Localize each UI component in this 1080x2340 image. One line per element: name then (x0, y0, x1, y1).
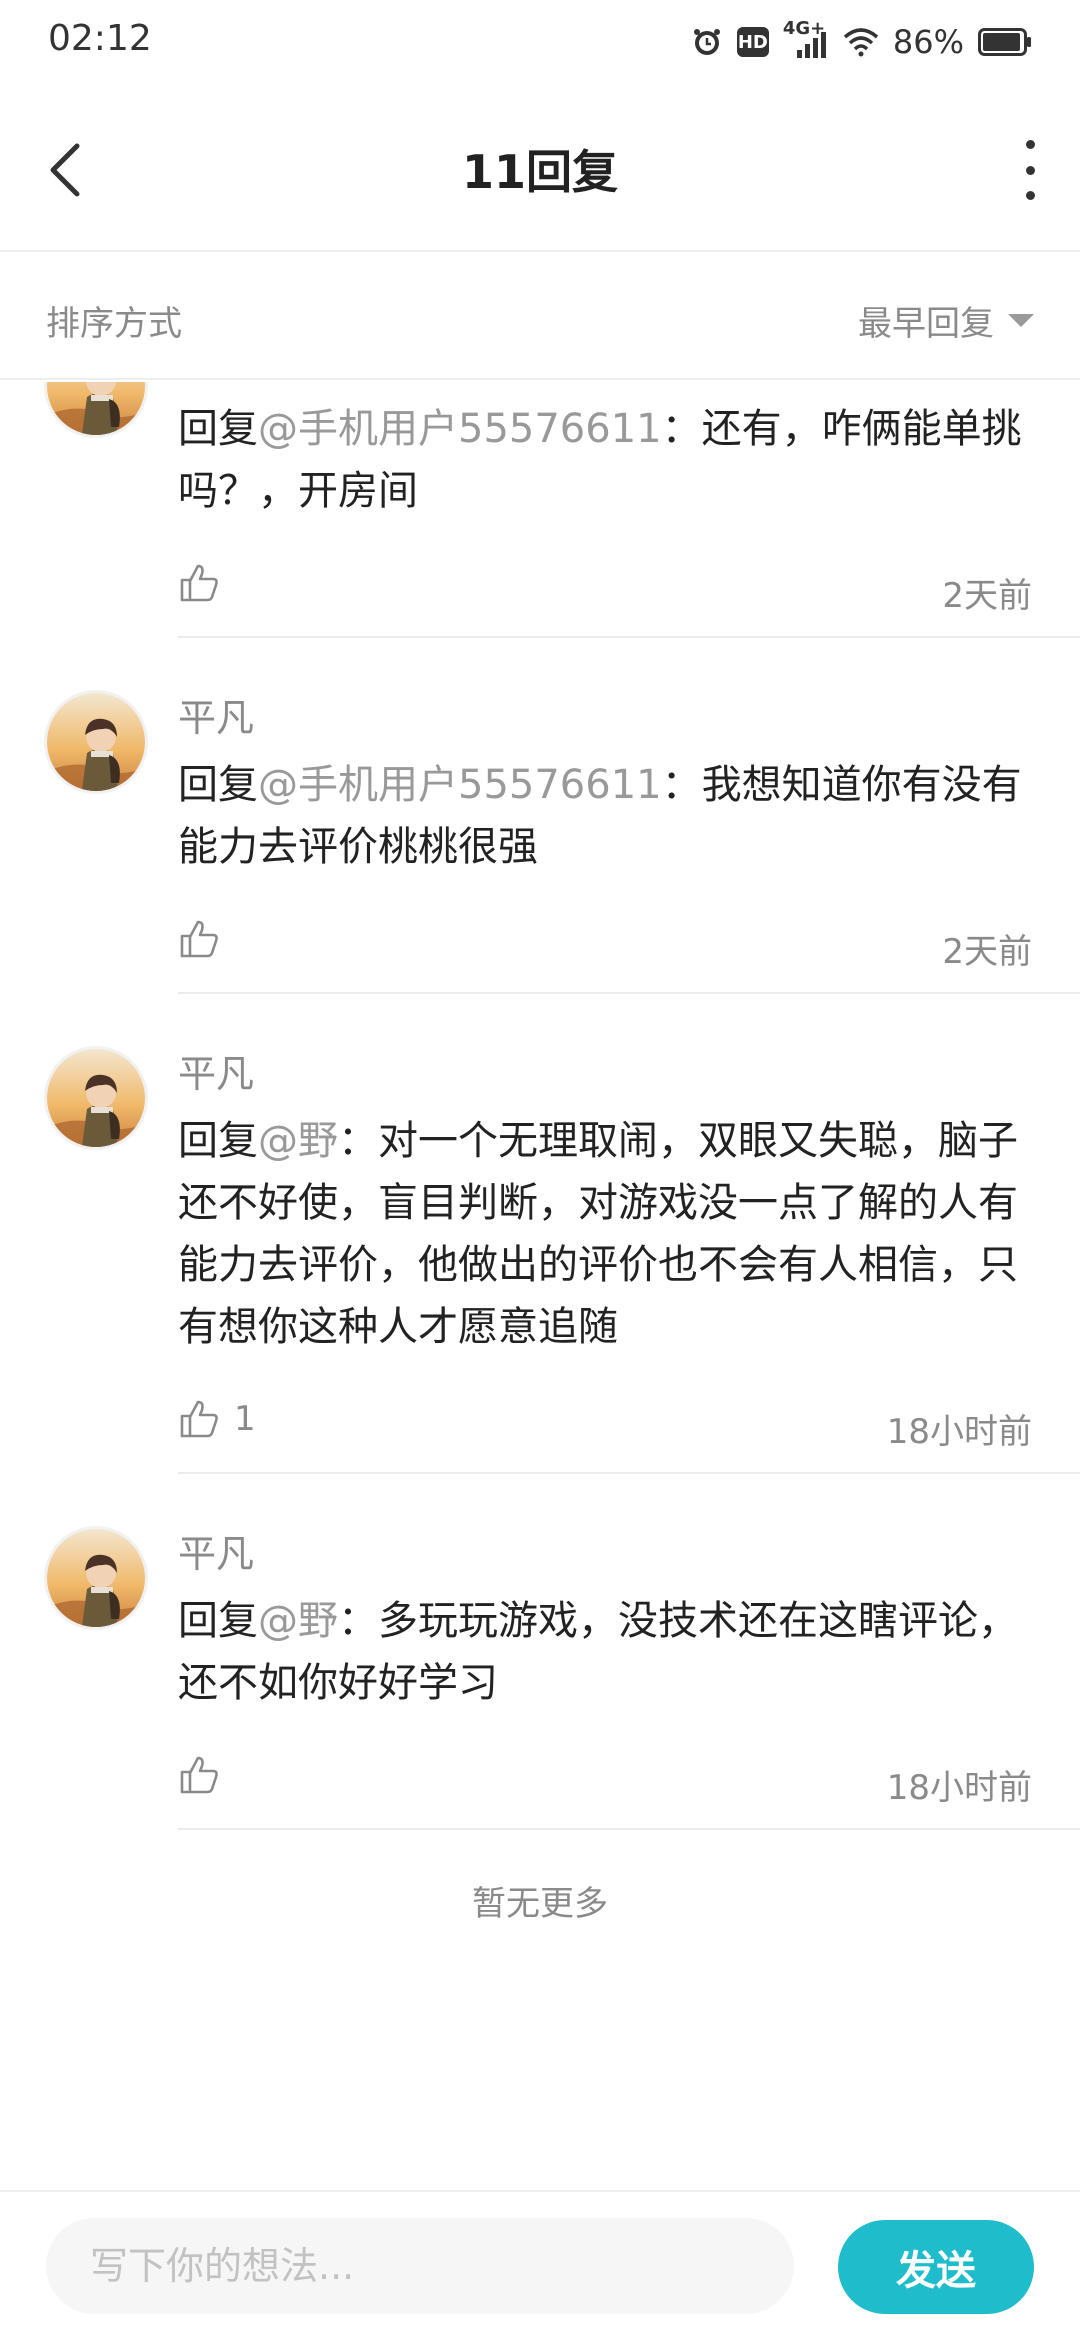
reply-body: 平凡 回复@手机用户55576611：我想知道你有没有能力去评价桃桃很强 2天前 (178, 690, 1032, 992)
sort-bar: 排序方式 最早回复 (0, 254, 1080, 380)
reply-time: 18小时前 (886, 1412, 1032, 1452)
sort-dropdown[interactable]: 最早回复 (858, 296, 1034, 345)
reply-meta: 18小时前 (178, 1738, 1032, 1828)
reply-meta: 1 18小时前 (178, 1382, 1032, 1472)
sort-selected-value: 最早回复 (858, 304, 994, 344)
avatar[interactable] (44, 1526, 148, 1630)
divider (178, 1828, 1080, 1830)
avatar[interactable] (44, 1046, 148, 1150)
status-icons: HD 4G+ 86% (691, 18, 1032, 64)
reply-prefix: 回复 (178, 406, 258, 452)
reply-author[interactable]: 平凡 (178, 1526, 1032, 1582)
like-count: 1 (234, 1399, 256, 1439)
reply-list-content: 平凡 回复@手机用户55576611：还有，咋俩能单挑吗？，开房间 2天前 平凡… (0, 382, 1080, 1925)
page-title: 11回复 (461, 145, 618, 199)
reply-text: 回复@手机用户55576611：还有，咋俩能单挑吗？，开房间 (178, 398, 1032, 522)
reply-text: 回复@手机用户55576611：我想知道你有没有能力去评价桃桃很强 (178, 754, 1032, 878)
like-button[interactable] (178, 562, 234, 604)
more-options-button[interactable] (1020, 140, 1040, 200)
avatar[interactable] (44, 690, 148, 794)
sort-label: 排序方式 (46, 304, 182, 344)
like-button[interactable] (178, 918, 234, 960)
cellular-signal-icon: 4G+ (783, 18, 829, 60)
reply-prefix: 回复 (178, 762, 258, 808)
reply-meta: 2天前 (178, 546, 1032, 636)
hd-badge: HD (736, 27, 769, 57)
comment-input[interactable] (46, 2218, 794, 2314)
reply-item: 平凡 回复@手机用户55576611：还有，咋俩能单挑吗？，开房间 2天前 (0, 382, 1080, 638)
reply-body: 平凡 回复@野：多玩玩游戏，没技术还在这瞎评论，还不如你好好学习 18小时前 (178, 1526, 1032, 1828)
caret-down-icon (1008, 314, 1034, 327)
wifi-icon (843, 27, 879, 57)
reply-text: 回复@野：多玩玩游戏，没技术还在这瞎评论，还不如你好好学习 (178, 1590, 1032, 1714)
avatar[interactable] (44, 382, 148, 438)
reply-author[interactable]: 平凡 (178, 382, 1032, 390)
reply-prefix: 回复 (178, 1118, 258, 1164)
reply-time: 2天前 (942, 576, 1032, 616)
reply-body: 平凡 回复@野：对一个无理取闹，双眼又失聪，脑子还不好使，盲目判断，对游戏没一点… (178, 1046, 1032, 1472)
thumbs-up-icon (180, 1400, 218, 1438)
thumbs-up-icon (180, 564, 218, 602)
status-time: 02:12 (48, 18, 152, 59)
more-vertical-icon-dot (1025, 191, 1035, 200)
thumbs-up-icon (180, 1756, 218, 1794)
battery-icon (978, 28, 1032, 56)
more-vertical-icon (1025, 140, 1035, 149)
battery-percent: 86% (892, 23, 964, 61)
reply-meta: 2天前 (178, 902, 1032, 992)
thumbs-up-icon (180, 920, 218, 958)
reply-prefix: 回复 (178, 1598, 258, 1644)
reply-mention[interactable]: @手机用户55576611 (258, 762, 662, 808)
reply-item: 平凡 回复@野：多玩玩游戏，没技术还在这瞎评论，还不如你好好学习 18小时前 (0, 1474, 1080, 1830)
like-button[interactable]: 1 (178, 1398, 256, 1440)
reply-body: 平凡 回复@手机用户55576611：还有，咋俩能单挑吗？，开房间 2天前 (178, 382, 1032, 636)
reply-time: 18小时前 (886, 1768, 1032, 1808)
reply-mention[interactable]: @野 (258, 1598, 338, 1644)
reply-text: 回复@野：对一个无理取闹，双眼又失聪，脑子还不好使，盲目判断，对游戏没一点了解的… (178, 1110, 1032, 1358)
reply-author[interactable]: 平凡 (178, 1046, 1032, 1102)
reply-item: 平凡 回复@手机用户55576611：我想知道你有没有能力去评价桃桃很强 2天前 (0, 638, 1080, 994)
reply-author[interactable]: 平凡 (178, 690, 1032, 746)
reply-item: 平凡 回复@野：对一个无理取闹，双眼又失聪，脑子还不好使，盲目判断，对游戏没一点… (0, 994, 1080, 1474)
reply-time: 2天前 (942, 932, 1032, 972)
like-button[interactable] (178, 1754, 234, 1796)
reply-list[interactable]: 平凡 回复@手机用户55576611：还有，咋俩能单挑吗？，开房间 2天前 平凡… (0, 382, 1080, 2190)
header: 11回复 (0, 84, 1080, 252)
comment-bar: 发送 (0, 2190, 1080, 2340)
reply-mention[interactable]: @手机用户55576611 (258, 406, 662, 452)
more-vertical-icon-dot (1025, 165, 1035, 175)
reply-mention[interactable]: @野 (258, 1118, 338, 1164)
alarm-icon (691, 26, 723, 58)
status-bar: 02:12 HD 4G+ 86% (0, 0, 1080, 84)
send-button[interactable]: 发送 (838, 2220, 1034, 2314)
no-more-text: 暂无更多 (472, 1884, 608, 1924)
